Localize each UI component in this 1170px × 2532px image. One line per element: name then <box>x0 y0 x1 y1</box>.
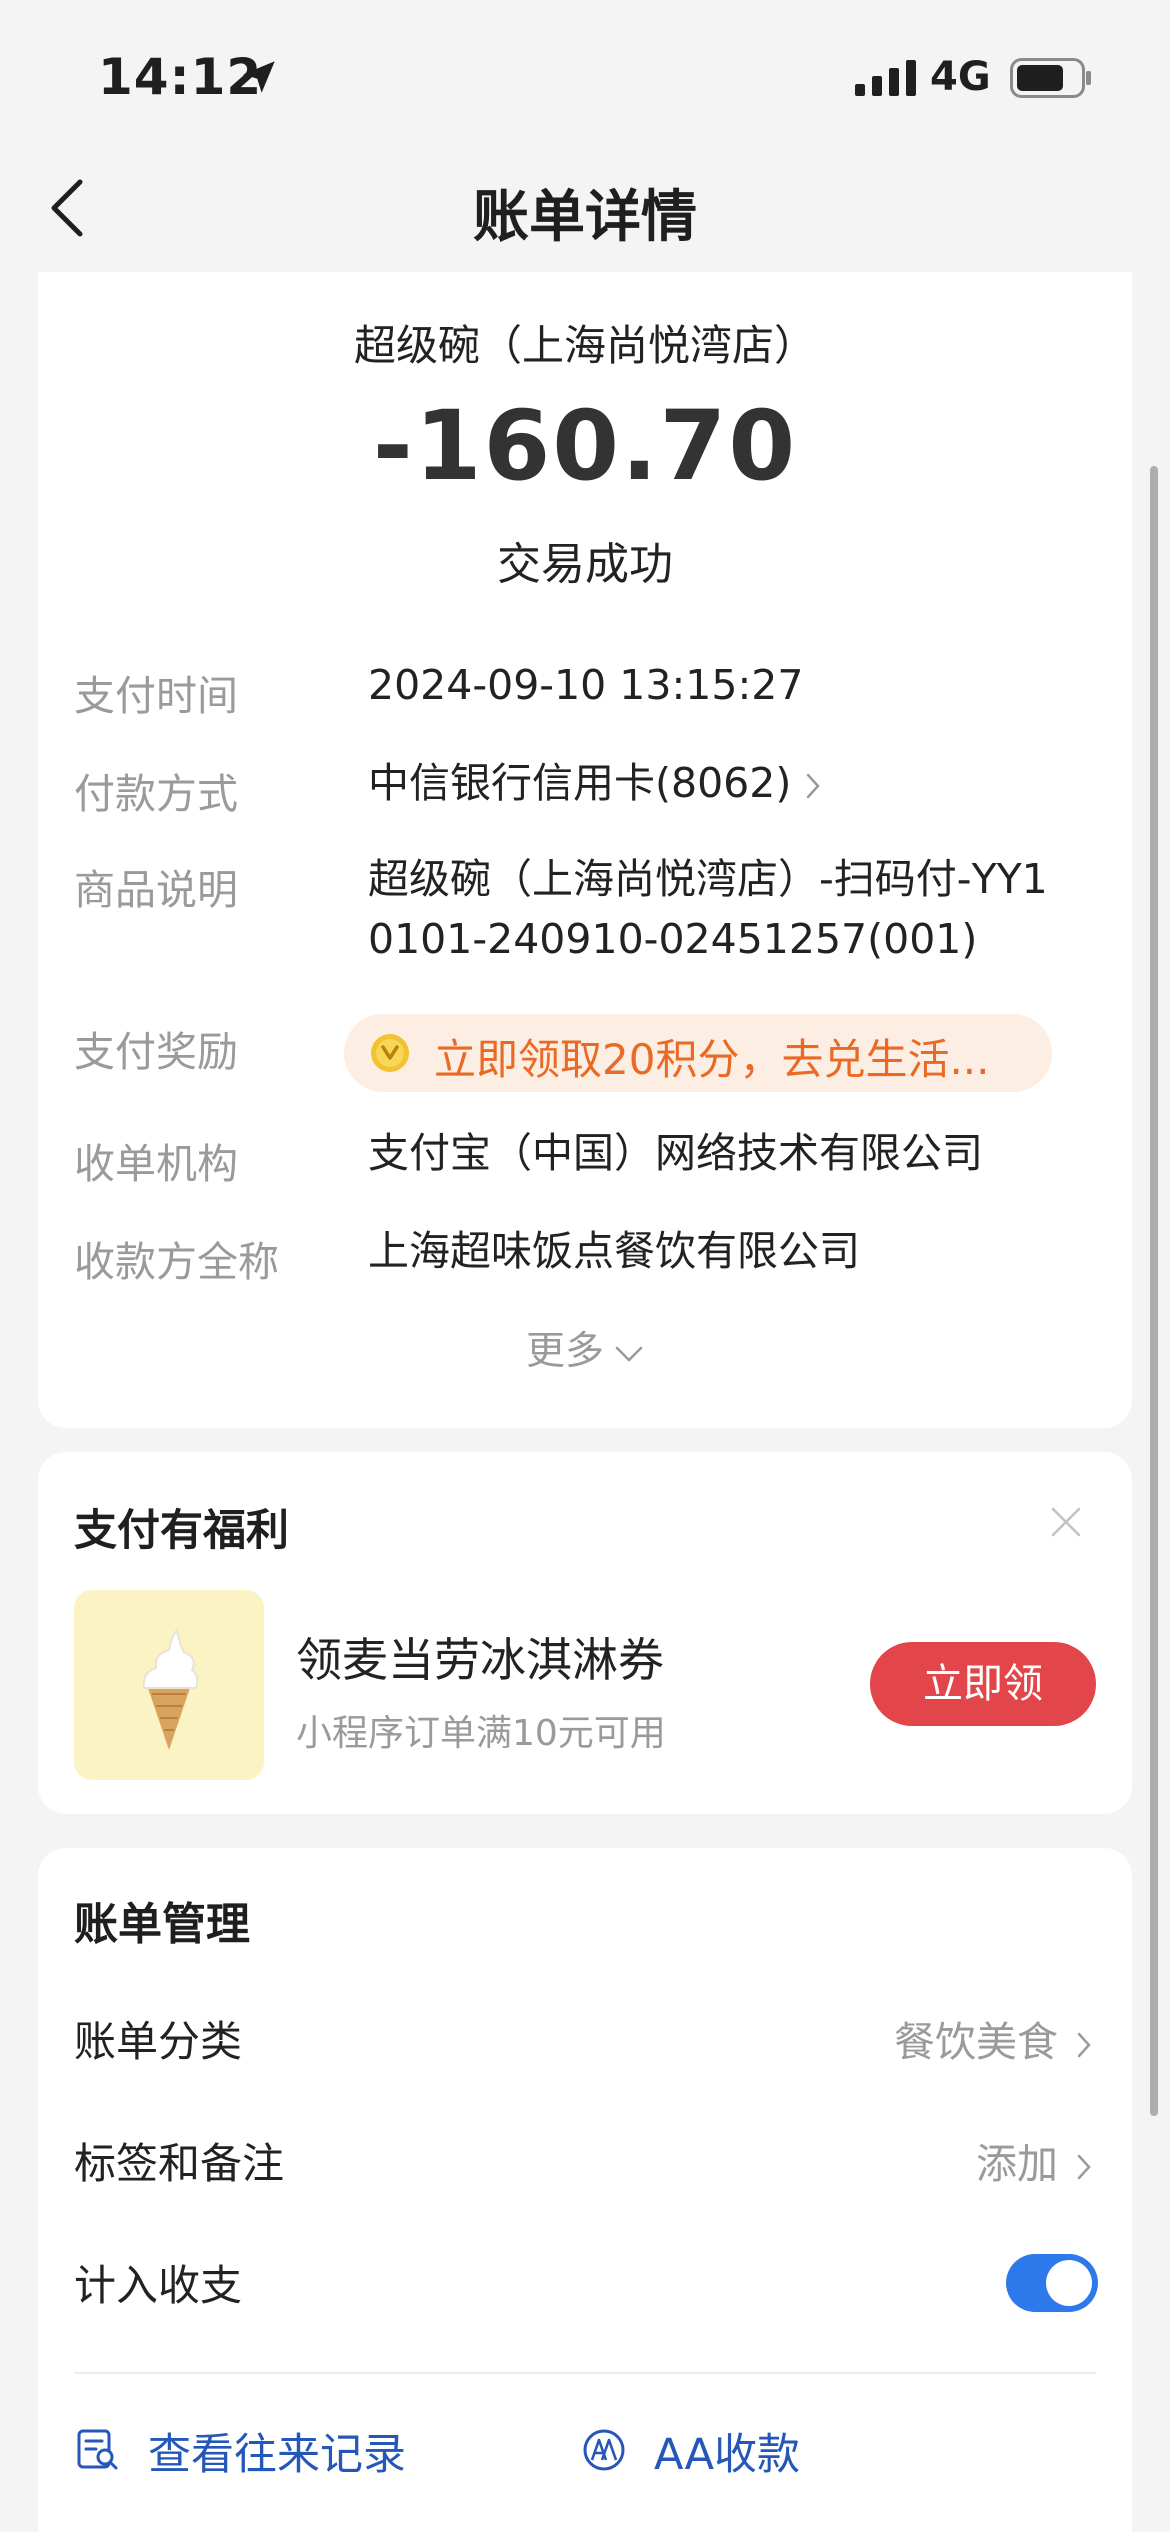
detail-label-goods: 商品说明 <box>74 866 238 914</box>
detail-label-acquirer: 收单机构 <box>74 1140 238 1188</box>
status-bar: 14:12 4G <box>0 0 1170 150</box>
detail-value-acquirer: 支付宝（中国）网络技术有限公司 <box>368 1129 983 1177</box>
detail-label-payee: 收款方全称 <box>74 1238 279 1286</box>
tags-label: 标签和备注 <box>74 2139 285 2188</box>
more-label: 更多 <box>525 1329 604 1374</box>
detail-pay-method-row[interactable]: 中信银行信用卡(8062) <box>368 754 821 812</box>
battery-icon <box>1010 58 1091 98</box>
category-row[interactable]: 餐饮美食 <box>894 2008 1092 2068</box>
ice-cream-icon <box>142 1627 199 1750</box>
benefit-card: 支付有福利 领麦当劳冰淇淋券 小程序订单满10元可用 立即领 <box>38 1452 1132 1814</box>
toggle-knob <box>1046 2260 1092 2306</box>
detail-value-pay-method: 中信银行信用卡(8062) <box>368 759 792 807</box>
reward-pill[interactable]: 立即领取20积分，去兑生活... <box>344 1014 1052 1092</box>
tags-value: 添加 <box>976 2140 1058 2188</box>
location-arrow-icon <box>243 61 275 93</box>
detail-label-pay-time: 支付时间 <box>74 672 238 720</box>
transaction-card: 超级碗（上海尚悦湾店） -160.70 交易成功 支付时间 2024-09-10… <box>38 272 1132 1428</box>
view-records-link[interactable]: 查看往来记录 <box>148 2420 406 2482</box>
merchant-name: 超级碗（上海尚悦湾店） <box>353 321 816 370</box>
nav-bar: 账单详情 <box>0 150 1170 270</box>
more-button[interactable]: 更多 <box>38 1320 1132 1376</box>
category-value: 餐饮美食 <box>894 2018 1058 2066</box>
detail-label-reward: 支付奖励 <box>74 1028 238 1076</box>
bill-management-card: 账单管理 账单分类 餐饮美食 标签和备注 添加 计入收支 查看往来记录 AA收款 <box>38 1848 1132 2532</box>
chevron-right-icon <box>1077 2032 1091 2058</box>
coupon-subtitle: 小程序订单满10元可用 <box>296 1713 666 1754</box>
signal-icon <box>855 60 916 96</box>
detail-value-goods-line2: 0101-240910-02451257(001) <box>368 915 978 963</box>
reward-text: 立即领取20积分，去兑生活... <box>434 1035 990 1084</box>
detail-label-pay-method: 付款方式 <box>74 770 238 818</box>
detail-value-payee: 上海超味饭点餐饮有限公司 <box>368 1227 860 1275</box>
close-icon[interactable] <box>1048 1504 1084 1540</box>
records-search-icon <box>77 2429 118 2470</box>
benefit-title: 支付有福利 <box>74 1506 289 1556</box>
include-in-budget-toggle[interactable] <box>1006 2254 1098 2312</box>
coupon-title: 领麦当劳冰淇淋券 <box>296 1633 664 1687</box>
chevron-right-icon <box>807 773 821 799</box>
aa-collect-link[interactable]: AA收款 <box>654 2420 800 2482</box>
coin-icon <box>371 1034 409 1072</box>
tags-row[interactable]: 添加 <box>976 2130 1092 2190</box>
network-type: 4G <box>930 54 991 100</box>
page-title: 账单详情 <box>473 185 697 250</box>
transaction-status: 交易成功 <box>497 539 673 590</box>
detail-value-pay-time: 2024-09-10 13:15:27 <box>368 661 804 709</box>
chevron-right-icon <box>1077 2154 1091 2180</box>
include-in-budget-label: 计入收支 <box>74 2261 243 2310</box>
category-label: 账单分类 <box>74 2017 243 2066</box>
divider <box>74 2372 1096 2374</box>
transaction-amount: -160.70 <box>372 390 798 502</box>
claim-button[interactable]: 立即领 <box>870 1642 1096 1726</box>
detail-value-goods-line1: 超级碗（上海尚悦湾店）-扫码付-YY1 <box>368 855 1048 903</box>
aa-collect-icon <box>583 2429 625 2471</box>
scrollbar[interactable] <box>1150 466 1158 2116</box>
ice-cream-image <box>74 1590 264 1780</box>
management-title: 账单管理 <box>74 1899 250 1950</box>
chevron-down-icon <box>615 1346 643 1362</box>
